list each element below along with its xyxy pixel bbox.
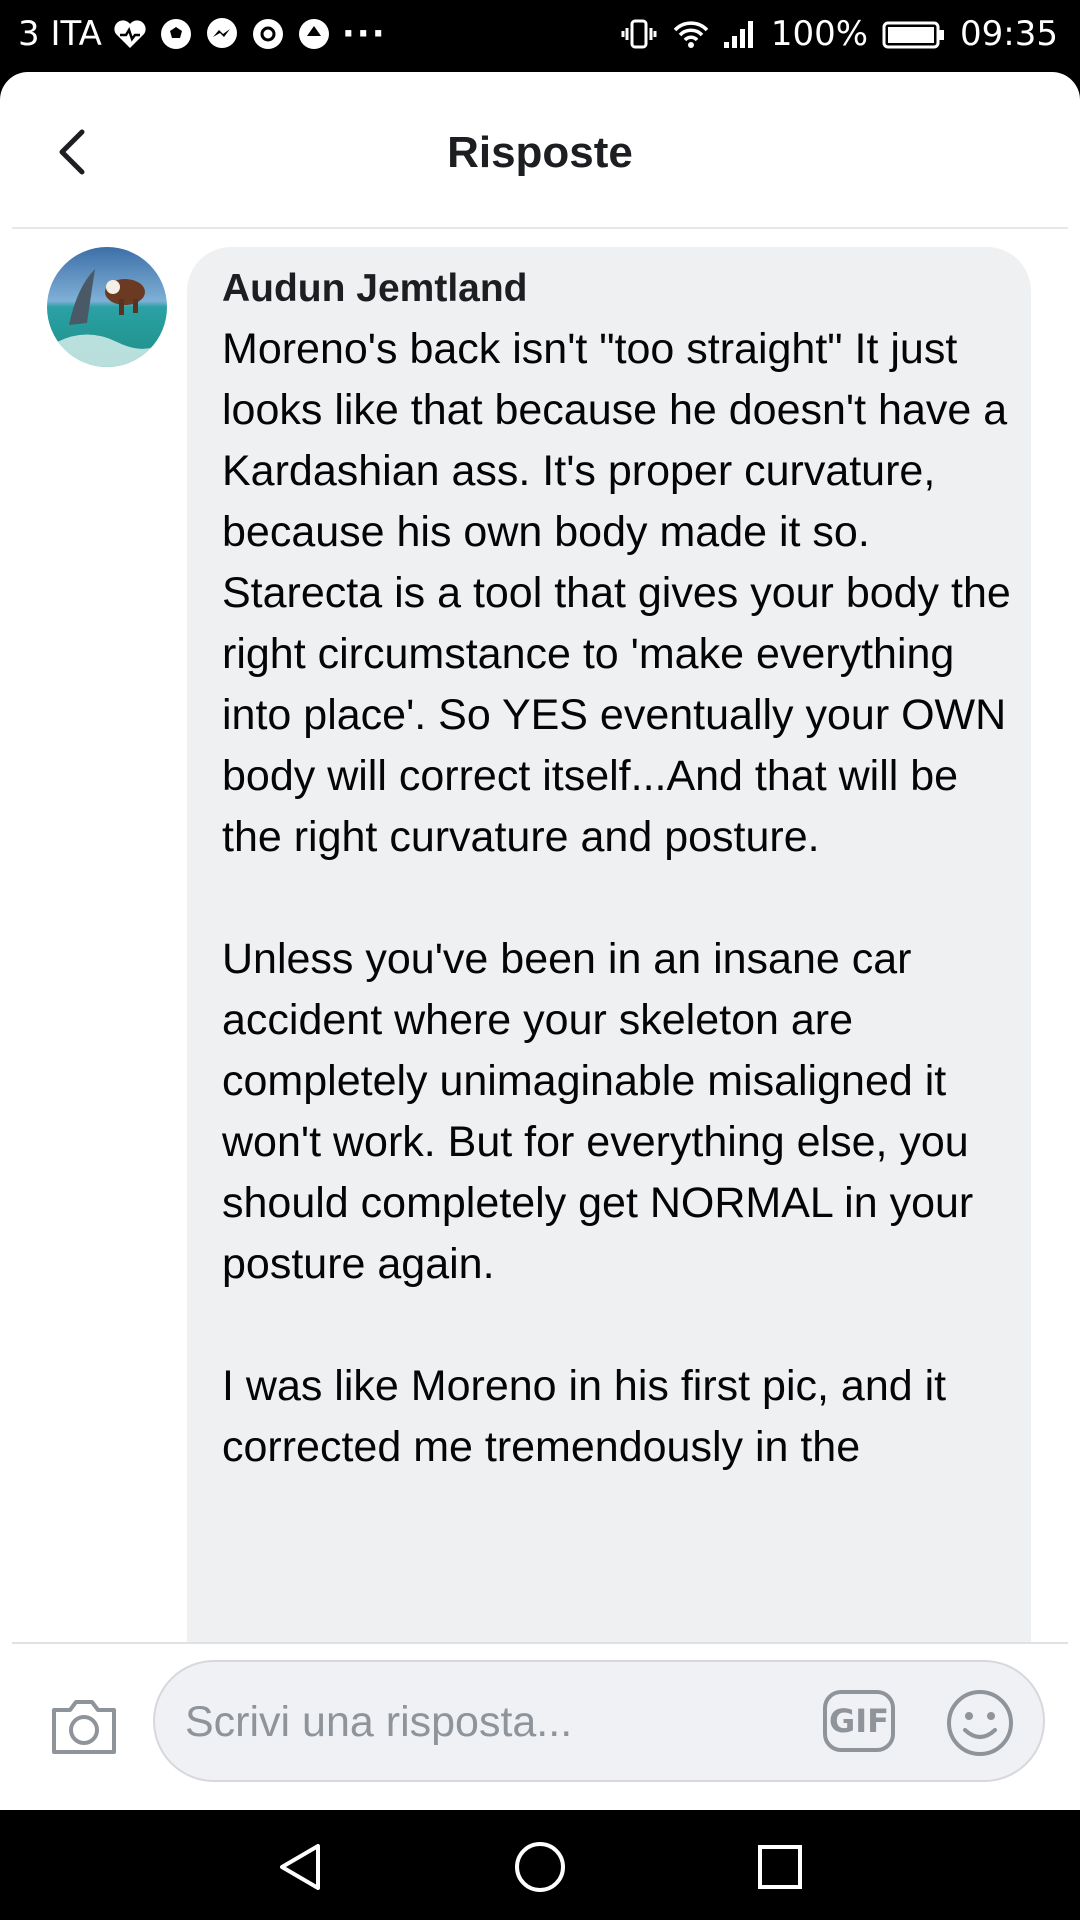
emoji-button[interactable] [945,1688,1015,1758]
soccer-ball-icon [158,16,194,52]
camera-button[interactable] [48,1690,120,1762]
composer-divider [12,1642,1068,1644]
avatar-image [47,247,167,367]
page-title: Risposte [447,128,633,177]
comment-paragraph: Unless you've been in an insane car acci… [222,935,974,1288]
status-bar: 3 ITA ··· 100% 09:35 [0,0,1080,72]
comment-bubble[interactable]: Audun Jemtland Moreno's back isn't "too … [187,247,1031,1787]
comment-text: Moreno's back isn't "too straight" It ju… [222,319,1022,1539]
reply-composer: Scrivi una risposta... GIF [0,1642,1080,1810]
header-divider [12,227,1068,229]
comment-paragraph: Moreno's back isn't "too straight" It ju… [222,325,1011,861]
more-notifications-icon: ··· [341,14,387,54]
replies-sheet: Risposte Audun Jemtland Moreno's back is… [0,72,1080,1810]
avatar[interactable] [47,247,167,367]
signal-icon [721,16,757,52]
battery-percent: 100% [770,14,869,54]
navigation-bar [0,1810,1080,1920]
camera-icon [52,1700,116,1754]
clock: 09:35 [960,14,1058,54]
battery-icon [882,16,946,52]
nav-back-button[interactable] [274,1840,328,1894]
triangle-back-icon [280,1844,320,1890]
circle-home-icon [515,1842,565,1892]
vibrate-icon [621,16,657,52]
reply-input[interactable]: Scrivi una risposta... GIF [153,1660,1045,1782]
nav-home-button[interactable] [513,1840,567,1894]
square-recents-icon [758,1845,802,1889]
nav-recents-button[interactable] [753,1840,807,1894]
comment-author[interactable]: Audun Jemtland [222,267,528,311]
smiley-icon [947,1690,1013,1756]
health-heart-icon [112,16,148,52]
comment-paragraph: I was like Moreno in his first pic, and … [222,1362,947,1471]
gif-button[interactable]: GIF [823,1690,895,1752]
wifi-icon [671,16,709,52]
carrier-label: 3 ITA [18,14,102,54]
reply-placeholder: Scrivi una risposta... [185,1698,573,1746]
messenger-icon [204,16,240,52]
header: Risposte [0,72,1080,227]
chrome-icon [250,16,286,52]
upload-icon [296,16,332,52]
